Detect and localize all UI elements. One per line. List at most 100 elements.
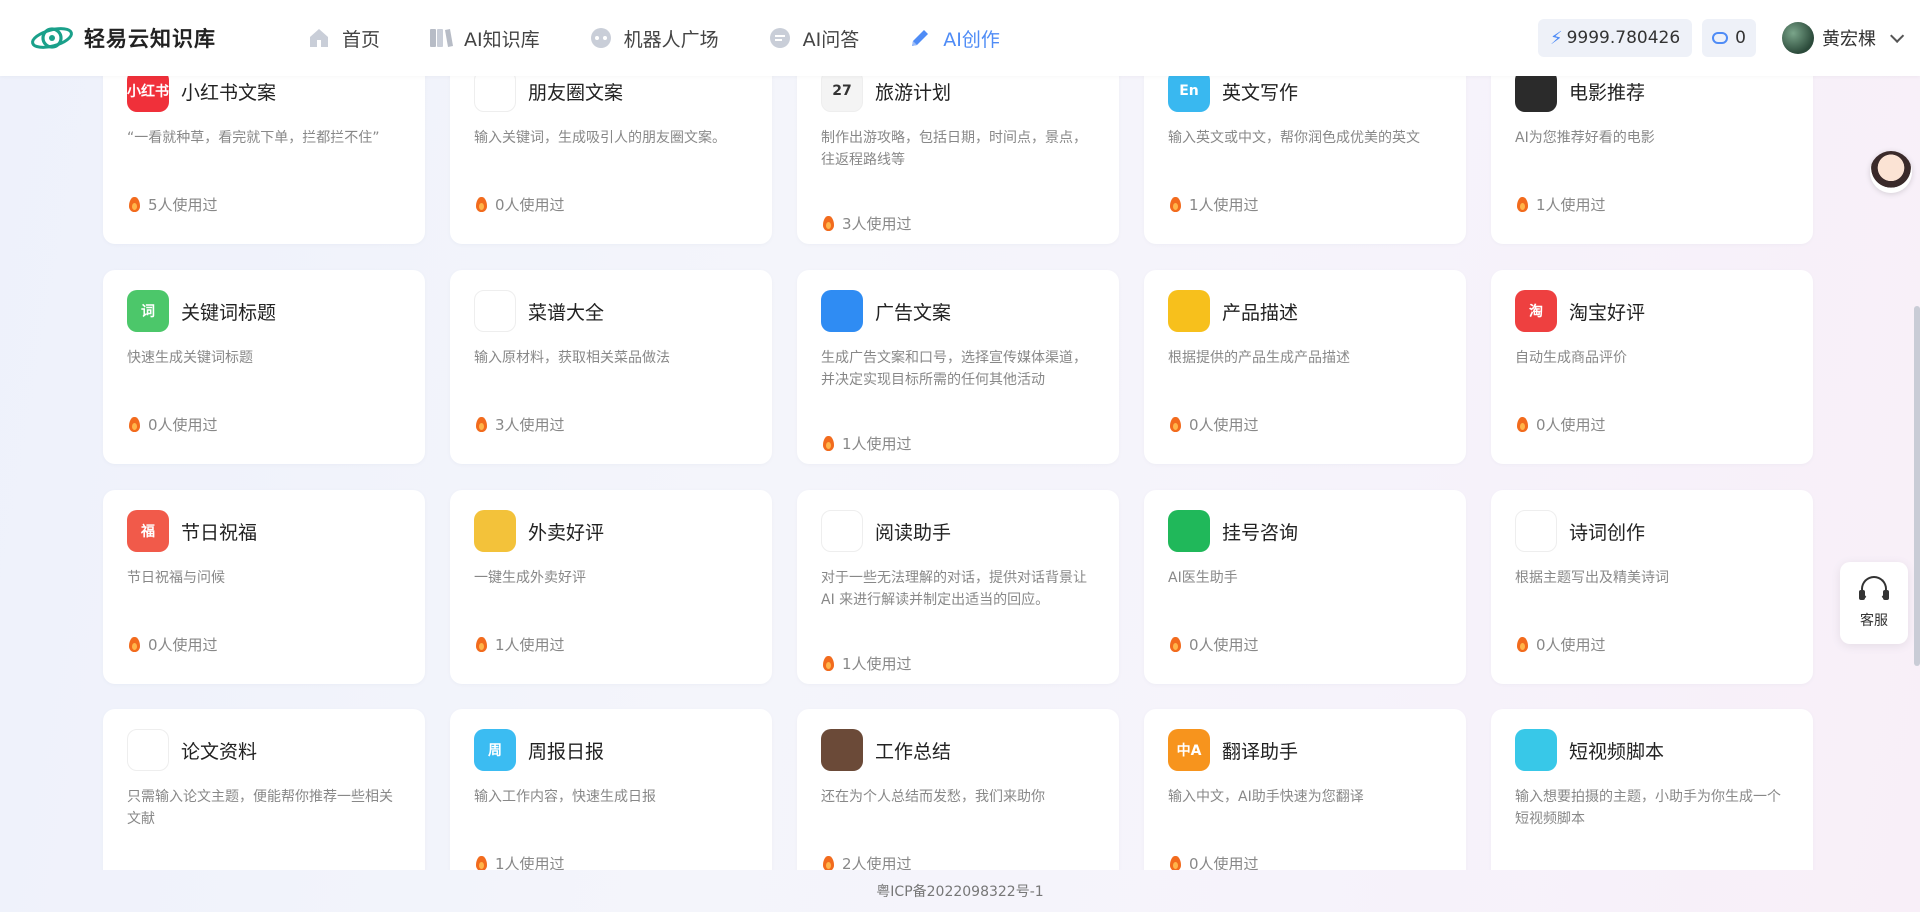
header-tools: ⚡ 9999.780426 0 黄宏棵 bbox=[1537, 19, 1905, 57]
tool-card[interactable]: 福节日祝福 节日祝福与问候 0人使用过 bbox=[103, 490, 425, 684]
nav-robot-square-label: 机器人广场 bbox=[623, 28, 719, 51]
nav-ai-creation[interactable]: AI创作 bbox=[907, 25, 1000, 52]
nav-robot-square[interactable]: 机器人广场 bbox=[588, 25, 719, 52]
calendar-icon: 27 bbox=[821, 70, 863, 112]
thumbs-up-badge-icon bbox=[474, 510, 516, 552]
card-title: 产品描述 bbox=[1222, 301, 1299, 324]
card-description: 输入英文或中文，帮你润色成优美的英文 bbox=[1168, 130, 1420, 146]
card-title: 外卖好评 bbox=[528, 521, 605, 544]
main-nav: 首页 AI知识库 机器人广场 AI问答 AI创作 bbox=[306, 0, 1048, 76]
card-description: 制作出游攻略，包括日期，时间点，景点，往返程路线等 bbox=[821, 130, 1087, 168]
books-icon bbox=[821, 510, 863, 552]
chip-badge[interactable]: 0 bbox=[1702, 19, 1756, 57]
card-title: 关键词标题 bbox=[181, 301, 277, 324]
tool-card[interactable]: 27 旅游计划 制作出游攻略，包括日期，时间点，景点，往返程路线等 3人使用过 bbox=[797, 50, 1119, 244]
card-description: 还在为个人总结而发愁，我们来助你 bbox=[821, 789, 1045, 805]
tool-card[interactable]: 产品描述 根据提供的产品生成产品描述 0人使用过 bbox=[1144, 270, 1466, 464]
usage-count: 0人使用过 bbox=[1536, 416, 1606, 434]
nav-knowledge-base[interactable]: AI知识库 bbox=[428, 25, 540, 52]
flame-icon bbox=[129, 197, 140, 212]
briefcase-icon bbox=[821, 729, 863, 771]
card-usage: 0人使用过 bbox=[129, 634, 218, 655]
customer-service-label: 客服 bbox=[1860, 613, 1888, 629]
usage-count: 0人使用过 bbox=[148, 416, 218, 434]
token-icon bbox=[1712, 32, 1729, 44]
card-header: 福节日祝福 bbox=[127, 510, 257, 552]
assistant-avatar-button[interactable] bbox=[1870, 151, 1912, 193]
card-header: 工作总结 bbox=[821, 729, 951, 771]
card-description: “一看就种草，看完就下单，拦都拦不住” bbox=[127, 130, 380, 146]
card-header: 阅读助手 bbox=[821, 510, 951, 552]
tool-card[interactable]: 工作总结还在为个人总结而发愁，我们来助你 2人使用过 bbox=[797, 709, 1119, 870]
user-menu[interactable]: 黄宏棵 bbox=[1782, 22, 1905, 54]
robot-icon bbox=[588, 25, 614, 51]
tool-card[interactable]: 小红书 小红书文案 “一看就种草，看完就下单，拦都拦不住” 5人使用过 bbox=[103, 50, 425, 244]
card-header: 短视频脚本 bbox=[1515, 729, 1664, 771]
card-header: 挂号咨询 bbox=[1168, 510, 1298, 552]
logo-text: 轻易云知识库 bbox=[84, 27, 216, 51]
chat-icon bbox=[767, 25, 793, 51]
tool-card[interactable]: 广告文案 生成广告文案和口号，选择宣传媒体渠道，并决定实现目标所需的任何其他活动 1… bbox=[797, 270, 1119, 464]
card-header: 外卖好评 bbox=[474, 510, 604, 552]
taobao-icon: 淘 bbox=[1515, 290, 1557, 332]
card-description: 一键生成外卖好评 bbox=[474, 570, 586, 586]
flame-icon bbox=[1170, 637, 1181, 652]
book-icon bbox=[428, 25, 454, 51]
card-title: 诗词创作 bbox=[1569, 521, 1646, 544]
scrollbar-thumb[interactable] bbox=[1914, 306, 1920, 666]
tool-card[interactable]: 词关键词标题 快速生成关键词标题 0人使用过 bbox=[103, 270, 425, 464]
pencil-icon bbox=[907, 25, 933, 51]
usage-count: 0人使用过 bbox=[1536, 636, 1606, 654]
usage-count: 1人使用过 bbox=[842, 655, 912, 673]
nav-home[interactable]: 首页 bbox=[306, 25, 380, 52]
card-header: 27 旅游计划 bbox=[821, 70, 951, 112]
card-usage: 0人使用过 bbox=[1170, 414, 1259, 435]
card-title: 挂号咨询 bbox=[1222, 521, 1299, 544]
chevron-down-icon bbox=[1890, 28, 1905, 43]
points-badge[interactable]: ⚡ 9999.780426 bbox=[1537, 19, 1693, 57]
logo-planet-icon bbox=[31, 27, 73, 49]
card-usage: 1人使用过 bbox=[1517, 194, 1606, 215]
tool-card[interactable]: 阅读助手 对于一些无法理解的对话，提供对话背景让 AI 来进行解读并制定出适当的回… bbox=[797, 490, 1119, 684]
usage-count: 0人使用过 bbox=[1189, 636, 1259, 654]
nav-ai-qa-label: AI问答 bbox=[802, 28, 860, 51]
card-header: 诗词创作 bbox=[1515, 510, 1645, 552]
chip-count: 0 bbox=[1735, 28, 1746, 48]
card-header: 产品描述 bbox=[1168, 290, 1298, 332]
nav-ai-qa[interactable]: AI问答 bbox=[767, 25, 860, 52]
usage-count: 5人使用过 bbox=[148, 196, 218, 214]
tool-card[interactable]: 菜谱大全 输入原材料，获取相关菜品做法 3人使用过 bbox=[450, 270, 772, 464]
card-header: 周周报日报 bbox=[474, 729, 604, 771]
tool-card[interactable]: En 英文写作 输入英文或中文，帮你润色成优美的英文 1人使用过 bbox=[1144, 50, 1466, 244]
clapperboard-icon bbox=[1515, 70, 1557, 112]
lightning-icon: ⚡ bbox=[1549, 27, 1563, 49]
tool-card[interactable]: 朋友圈文案 输入关键词，生成吸引人的朋友圈文案。 0人使用过 bbox=[450, 50, 772, 244]
english-icon: En bbox=[1168, 70, 1210, 112]
ai-creation-grid: 小红书 小红书文案 “一看就种草，看完就下单，拦都拦不住” 5人使用过 朋友圈文案输入关… bbox=[0, 0, 1920, 870]
tool-card[interactable]: 短视频脚本输入想要拍摄的主题，小助手为你生成一个短视频脚本0人使用过 bbox=[1491, 709, 1813, 870]
tool-card[interactable]: 淘淘宝好评 自动生成商品评价 0人使用过 bbox=[1491, 270, 1813, 464]
red-envelope-icon: 福 bbox=[127, 510, 169, 552]
tool-card[interactable]: 论文资料只需输入论文主题，便能帮你推荐一些相关文献0人使用过 bbox=[103, 709, 425, 870]
flame-icon bbox=[1517, 637, 1528, 652]
card-title: 英文写作 bbox=[1222, 81, 1299, 104]
usage-count: 2人使用过 bbox=[842, 855, 912, 870]
card-header: 朋友圈文案 bbox=[474, 70, 623, 112]
tool-card[interactable]: 电影推荐 AI为您推荐好看的电影 1人使用过 bbox=[1491, 50, 1813, 244]
card-title: 淘宝好评 bbox=[1569, 301, 1646, 324]
customer-service-button[interactable]: 客服 bbox=[1840, 562, 1908, 644]
card-title: 节日祝福 bbox=[181, 521, 258, 544]
tool-card[interactable]: 周周报日报 输入工作内容，快速生成日报 1人使用过 bbox=[450, 709, 772, 870]
tool-card[interactable]: 挂号咨询 AI医生助手 0人使用过 bbox=[1144, 490, 1466, 684]
site-logo[interactable]: 轻易云知识库 bbox=[30, 20, 216, 56]
footer-icp[interactable]: 粤ICP备2022098322号-1 bbox=[0, 870, 1920, 912]
card-title: 小红书文案 bbox=[181, 81, 277, 104]
card-description: 输入关键词，生成吸引人的朋友圈文案。 bbox=[474, 130, 726, 146]
tool-card[interactable]: 诗词创作 根据主题写出及精美诗词 0人使用过 bbox=[1491, 490, 1813, 684]
xiaohongshu-icon: 小红书 bbox=[127, 70, 169, 112]
tool-card[interactable]: 外卖好评 一键生成外卖好评 1人使用过 bbox=[450, 490, 772, 684]
tool-card[interactable]: 中A 翻译助手 输入中文，AI助手快速为您翻译 0人使用过 bbox=[1144, 709, 1466, 870]
aperture-icon bbox=[474, 70, 516, 112]
flame-icon bbox=[476, 856, 487, 870]
usage-count: 3人使用过 bbox=[495, 416, 565, 434]
